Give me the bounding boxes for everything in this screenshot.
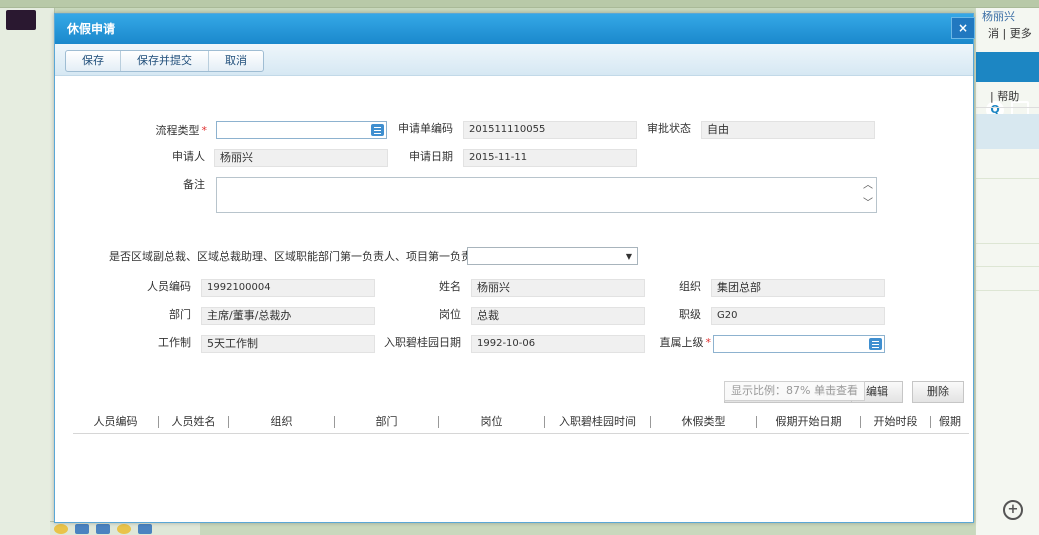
- apply-date-label: 申请日期: [409, 150, 453, 163]
- toolbar-strip: 保存 保存并提交 取消: [55, 44, 973, 76]
- zoom-tooltip: 显示比例：87% 单击查看: [724, 381, 865, 401]
- leave-request-dialog: 休假申请 × 保存 保存并提交 取消 流程类型 * 申请单编码 201511110…: [54, 13, 975, 523]
- background-top-strip: [0, 0, 1039, 8]
- scroll-down-icon[interactable]: ﹀: [863, 199, 873, 209]
- work-system-field: 5天工作制: [201, 335, 375, 353]
- column-header[interactable]: 假期开始日期: [757, 415, 861, 428]
- column-header[interactable]: 岗位: [439, 415, 545, 428]
- cancel-button[interactable]: 取消: [209, 51, 263, 71]
- taskbar: [50, 521, 200, 535]
- dept-field: 主席/董事/总裁办: [201, 307, 375, 325]
- column-header[interactable]: 假期: [931, 415, 969, 428]
- chevron-down-icon: ▼: [625, 252, 632, 261]
- background-row: [976, 266, 1039, 267]
- background-left-panel: [0, 8, 55, 535]
- emoji-icon[interactable]: [117, 524, 131, 534]
- column-header[interactable]: 人员编码: [73, 415, 159, 428]
- name-field: 杨丽兴: [471, 279, 645, 297]
- process-type-label: 流程类型 *: [155, 124, 208, 137]
- dialog-title: 休假申请: [55, 14, 973, 44]
- help-link[interactable]: | 帮助: [976, 86, 1039, 108]
- save-submit-button[interactable]: 保存并提交: [121, 51, 209, 71]
- column-header[interactable]: 开始时段: [861, 415, 931, 428]
- applicant-field: 杨丽兴: [214, 149, 388, 167]
- background-row: [976, 290, 1039, 291]
- remark-label: 备注: [183, 178, 205, 191]
- toolbar: 保存 保存并提交 取消: [65, 50, 264, 72]
- applicant-label: 申请人: [172, 150, 205, 163]
- column-header[interactable]: 休假类型: [651, 415, 757, 428]
- post-field: 总裁: [471, 307, 645, 325]
- emp-code-field: 1992100004: [201, 279, 375, 297]
- save-button[interactable]: 保存: [66, 51, 121, 71]
- user-name-link[interactable]: 杨丽兴: [982, 8, 1015, 24]
- header-links[interactable]: 消 | 更多: [988, 25, 1032, 41]
- request-no-field: 201511110055: [463, 121, 637, 139]
- post-label: 岗位: [439, 308, 461, 321]
- background-right-panel: 杨丽兴 消 | 更多 Q | 帮助: [975, 8, 1039, 535]
- lookup-icon[interactable]: [869, 338, 882, 350]
- join-date-label: 入职碧桂园日期: [384, 336, 461, 349]
- document-icon[interactable]: [75, 524, 89, 534]
- work-system-label: 工作制: [158, 336, 191, 349]
- join-date-field: 1992-10-06: [471, 335, 645, 353]
- org-label: 组织: [679, 280, 701, 293]
- background-row: [976, 243, 1039, 244]
- scroll-up-icon[interactable]: ︿: [863, 181, 873, 191]
- dept-label: 部门: [169, 308, 191, 321]
- upload-icon[interactable]: [138, 524, 152, 534]
- name-label: 姓名: [439, 280, 461, 293]
- request-no-label: 申请单编码: [398, 122, 453, 135]
- org-field: 集团总部: [711, 279, 885, 297]
- emp-code-label: 人员编码: [147, 280, 191, 293]
- process-type-input[interactable]: [216, 121, 387, 139]
- supervisor-input[interactable]: [713, 335, 885, 353]
- rank-label: 职级: [679, 308, 701, 321]
- emoji-icon[interactable]: [54, 524, 68, 534]
- background-row: [976, 178, 1039, 179]
- regional-question-label: 是否区域副总裁、区域总裁助理、区域职能部门第一负责人、项目第一负责人: [109, 250, 483, 263]
- lookup-icon[interactable]: [371, 124, 384, 136]
- apply-date-field: 2015-11-11: [463, 149, 637, 167]
- avatar[interactable]: [6, 10, 36, 30]
- approval-status-label: 审批状态: [647, 122, 691, 135]
- supervisor-label: 直属上级 *: [659, 336, 712, 349]
- close-button[interactable]: ×: [951, 17, 975, 39]
- grid-header: 人员编码 人员姓名 组织 部门 岗位 入职碧桂园时间 休假类型 假期开始日期 开…: [73, 410, 969, 434]
- column-header[interactable]: 入职碧桂园时间: [545, 415, 651, 428]
- column-header[interactable]: 人员姓名: [159, 415, 229, 428]
- approval-status-field: 自由: [701, 121, 875, 139]
- background-band: [976, 114, 1039, 149]
- remark-textarea[interactable]: ︿ ﹀: [216, 177, 877, 213]
- background-search-bar: Q: [976, 52, 1039, 119]
- column-header[interactable]: 部门: [335, 415, 439, 428]
- zoom-in-icon[interactable]: +: [1003, 500, 1023, 520]
- calendar-icon[interactable]: [96, 524, 110, 534]
- regional-question-select[interactable]: ▼: [467, 247, 638, 265]
- delete-button[interactable]: 删除: [912, 381, 964, 403]
- rank-field: G20: [711, 307, 885, 325]
- column-header[interactable]: 组织: [229, 415, 335, 428]
